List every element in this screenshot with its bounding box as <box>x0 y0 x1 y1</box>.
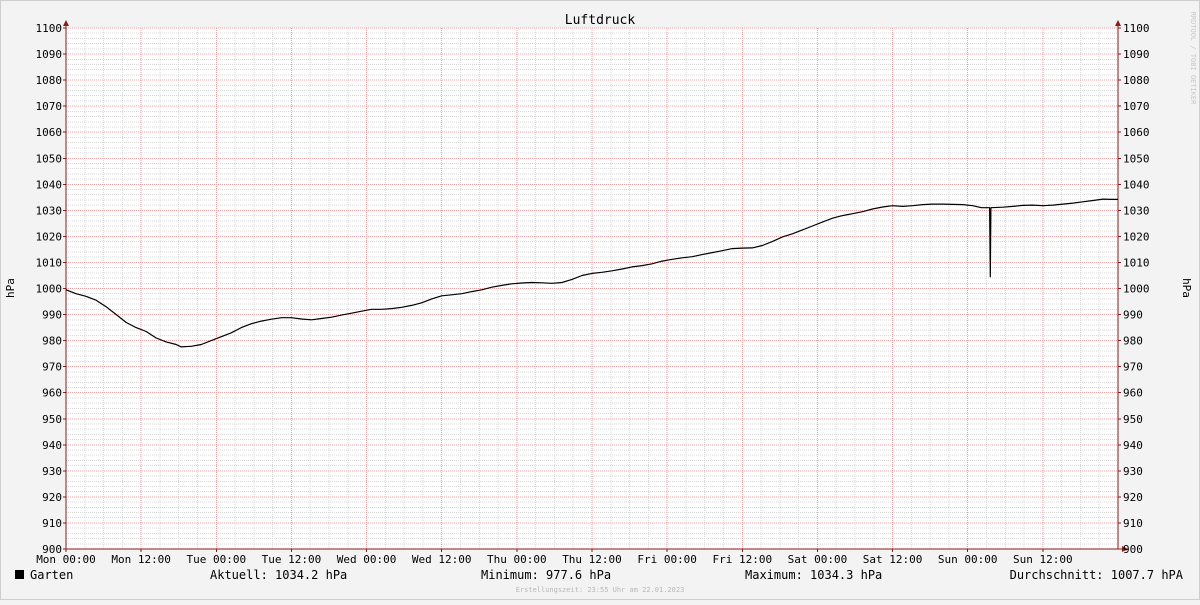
y-tick-label-right: 1030 <box>1123 204 1150 217</box>
y-tick-label-left: 940 <box>42 439 62 452</box>
chart-svg: 900 900910 910920 920930 930940 940950 950960 9… <box>0 0 1200 600</box>
y-tick-label-left: 1040 <box>36 178 63 191</box>
y-tick-label-right: 950 <box>1123 413 1143 426</box>
x-tick-label: Sun 12:00 <box>1013 553 1073 566</box>
y-axis-label-left: hPa <box>4 278 17 298</box>
x-tick-label: Wed 12:00 <box>412 553 472 566</box>
legend-minimum: Minimum: 977.6 hPa <box>481 568 611 582</box>
y-tick-label-right: 910 <box>1123 517 1143 530</box>
y-tick-label-left: 910 <box>42 517 62 530</box>
y-tick-label-left: 970 <box>42 361 62 374</box>
y-tick-label-right: 1070 <box>1123 100 1150 113</box>
x-tick-label: Fri 12:00 <box>712 553 772 566</box>
chart-title: Luftdruck <box>565 13 636 28</box>
y-tick-label-left: 930 <box>42 465 62 478</box>
y-tick-label-left: 920 <box>42 491 62 504</box>
watermark: RRDTOOL / TOBI OETIKER <box>1189 12 1197 106</box>
y-tick-label-left: 1080 <box>36 74 63 87</box>
y-tick-label-right: 920 <box>1123 491 1143 504</box>
y-tick-label-right: 1050 <box>1123 152 1150 165</box>
legend-series-name: Garten <box>30 568 73 582</box>
x-tick-label: Thu 00:00 <box>487 553 547 566</box>
y-tick-label-right: 980 <box>1123 335 1143 348</box>
creation-timestamp: Erstellungszeit: 23:55 Uhr am 22.01.2023 <box>516 586 685 594</box>
x-tick-label: Tue 00:00 <box>186 553 246 566</box>
legend-maximum: Maximum: 1034.3 hPa <box>745 568 882 582</box>
x-tick-label: Mon 00:00 <box>36 553 96 566</box>
y-tick-label-right: 1040 <box>1123 178 1150 191</box>
y-axis-label-right: hPa <box>1180 278 1193 298</box>
x-tick-label: Thu 12:00 <box>562 553 622 566</box>
y-tick-label-left: 1100 <box>36 22 63 35</box>
y-tick-label-left: 1000 <box>36 283 63 296</box>
x-tick-label: Wed 00:00 <box>337 553 397 566</box>
y-tick-label-left: 990 <box>42 309 62 322</box>
legend-swatch <box>15 570 24 579</box>
y-tick-label-right: 990 <box>1123 309 1143 322</box>
x-tick-label: Sat 00:00 <box>788 553 848 566</box>
y-tick-label-left: 950 <box>42 413 62 426</box>
x-tick-label: Tue 12:00 <box>262 553 322 566</box>
y-tick-label-left: 1010 <box>36 256 63 269</box>
y-tick-label-left: 1020 <box>36 230 63 243</box>
y-tick-label-right: 900 <box>1123 543 1143 556</box>
y-tick-label-left: 960 <box>42 387 62 400</box>
x-tick-label: Sun 00:00 <box>938 553 998 566</box>
legend-durchschnitt: Durchschnitt: 1007.7 hPA <box>1010 568 1184 582</box>
y-tick-label-right: 1080 <box>1123 74 1150 87</box>
y-tick-label-left: 1030 <box>36 204 63 217</box>
y-tick-label-right: 1010 <box>1123 256 1150 269</box>
y-tick-label-right: 940 <box>1123 439 1143 452</box>
y-tick-label-right: 1090 <box>1123 48 1150 61</box>
y-tick-label-right: 970 <box>1123 361 1143 374</box>
y-tick-label-left: 1060 <box>36 126 63 139</box>
x-tick-label: Sat 12:00 <box>863 553 923 566</box>
y-tick-label-left: 1070 <box>36 100 63 113</box>
y-tick-label-right: 930 <box>1123 465 1143 478</box>
y-tick-label-right: 960 <box>1123 387 1143 400</box>
x-tick-label: Fri 00:00 <box>637 553 697 566</box>
y-tick-label-right: 1100 <box>1123 22 1150 35</box>
y-tick-label-right: 1060 <box>1123 126 1150 139</box>
y-tick-label-left: 980 <box>42 335 62 348</box>
y-tick-label-right: 1020 <box>1123 230 1150 243</box>
legend-aktuell: Aktuell: 1034.2 hPa <box>210 568 347 582</box>
y-tick-label-left: 1090 <box>36 48 63 61</box>
y-tick-label-right: 1000 <box>1123 283 1150 296</box>
x-tick-label: Mon 12:00 <box>111 553 171 566</box>
chart-root: 900 900 910 910 920 920 930 930 940 940 950 950 960 9… <box>0 0 1200 600</box>
y-tick-label-left: 1050 <box>36 152 63 165</box>
